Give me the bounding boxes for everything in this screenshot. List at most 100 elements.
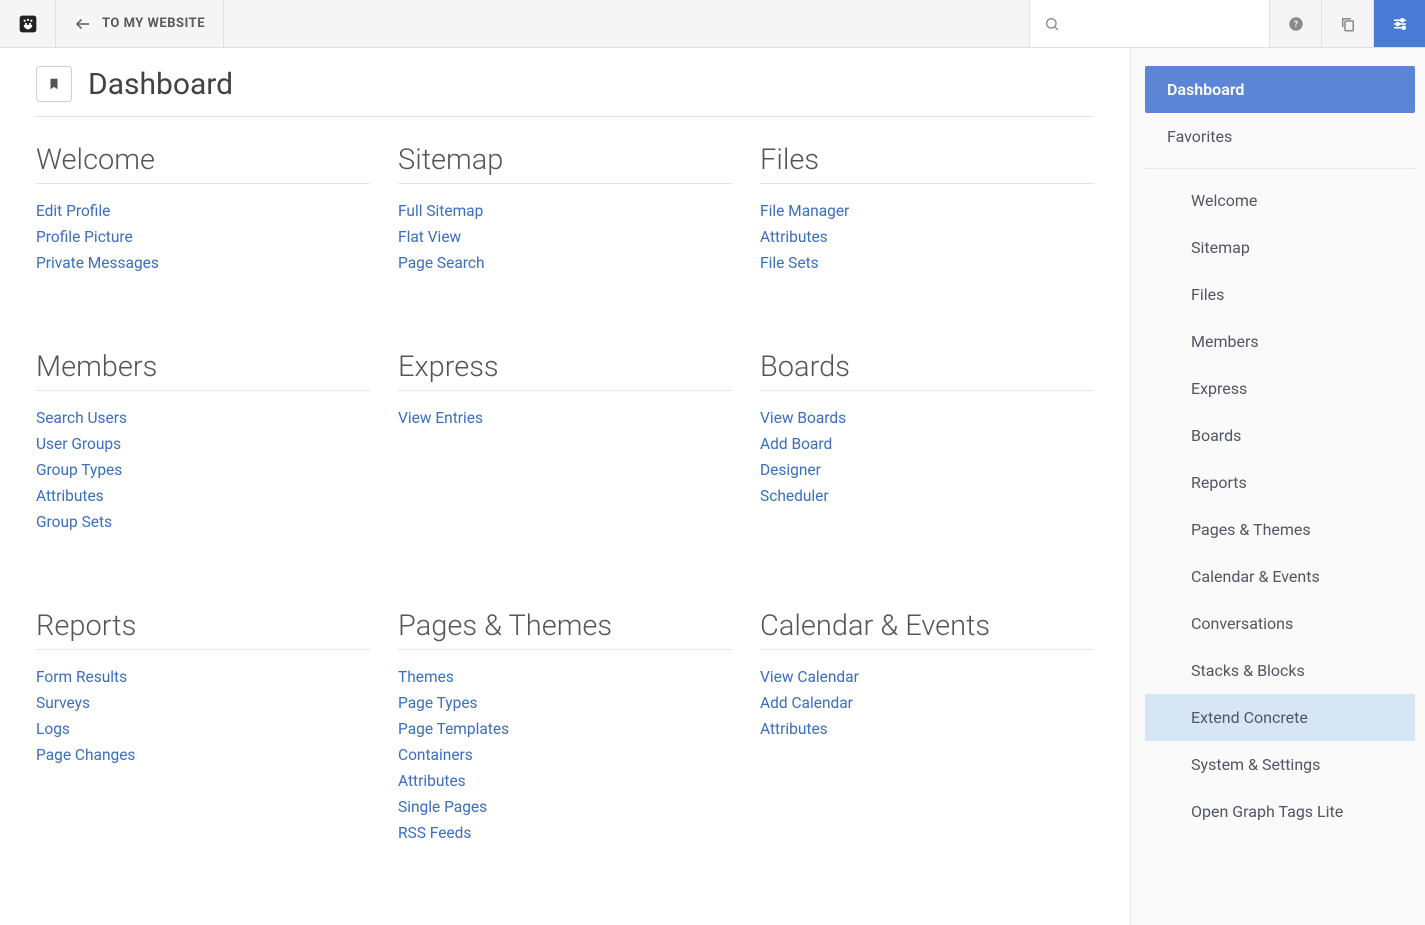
section-link[interactable]: Scheduler bbox=[760, 487, 829, 505]
section-link[interactable]: Add Calendar bbox=[760, 694, 853, 712]
sliders-icon bbox=[1391, 15, 1409, 33]
bookmark-icon bbox=[47, 76, 61, 92]
section-link[interactable]: Edit Profile bbox=[36, 202, 110, 220]
section-link[interactable]: Group Types bbox=[36, 461, 122, 479]
section-welcome: WelcomeEdit ProfileProfile PicturePrivat… bbox=[36, 143, 370, 280]
sidebar-item-favorites[interactable]: Favorites bbox=[1145, 113, 1415, 160]
section-pages-themes: Pages & Themes Themes Page Types Page Templ… bbox=[398, 609, 732, 850]
section-heading: Boards bbox=[760, 350, 1094, 391]
search-box[interactable] bbox=[1029, 0, 1269, 47]
section-link[interactable]: Single Pages bbox=[398, 798, 487, 816]
page-title: Dashboard bbox=[88, 67, 233, 102]
section-link[interactable]: Flat View bbox=[398, 228, 461, 246]
section-links: View Boards Add Board Designer Scheduler bbox=[760, 409, 1094, 505]
back-to-website[interactable]: TO MY WEBSITE bbox=[56, 0, 224, 47]
sidebar-item-stacks-blocks[interactable]: Stacks & Blocks bbox=[1145, 647, 1415, 694]
section-link[interactable]: User Groups bbox=[36, 435, 121, 453]
section-link-item: Profile Picture bbox=[36, 228, 370, 246]
sidebar-item-system-settings[interactable]: System & Settings bbox=[1145, 741, 1415, 788]
section-link[interactable]: Search Users bbox=[36, 409, 127, 427]
section-members: MembersSearch UsersUser GroupsGroup Type… bbox=[36, 350, 370, 539]
section-link[interactable]: Full Sitemap bbox=[398, 202, 483, 220]
section-link-item: View Calendar bbox=[760, 668, 1094, 686]
sidebar-item-files[interactable]: Files bbox=[1145, 271, 1415, 318]
section-links: Search Users User Groups Group Types Attrib… bbox=[36, 409, 370, 531]
pages-button[interactable] bbox=[1321, 0, 1373, 47]
sidebar-item-dashboard[interactable]: Dashboard bbox=[1145, 66, 1415, 113]
sidebar-item-calendar-events[interactable]: Calendar & Events bbox=[1145, 553, 1415, 600]
sidebar-item-express[interactable]: Express bbox=[1145, 365, 1415, 412]
section-link-item: Attributes bbox=[36, 487, 370, 505]
section-link[interactable]: Form Results bbox=[36, 668, 127, 686]
sidebar-item-boards[interactable]: Boards bbox=[1145, 412, 1415, 459]
section-link[interactable]: Attributes bbox=[760, 228, 828, 246]
section-link[interactable]: Page Templates bbox=[398, 720, 509, 738]
section-link-item: Page Types bbox=[398, 694, 732, 712]
toolbar-spacer bbox=[224, 0, 1029, 47]
section-links: View Calendar Add Calendar Attributes bbox=[760, 668, 1094, 738]
section-link[interactable]: RSS Feeds bbox=[398, 824, 471, 842]
section-link-item: Page Search bbox=[398, 254, 732, 272]
section-heading: Files bbox=[760, 143, 1094, 184]
sidebar-item-open-graph-tags-lite[interactable]: Open Graph Tags Lite bbox=[1145, 788, 1415, 835]
section-link[interactable]: Add Board bbox=[760, 435, 832, 453]
help-button[interactable]: ? bbox=[1269, 0, 1321, 47]
section-link[interactable]: Page Types bbox=[398, 694, 478, 712]
sidebar-item-pages-themes[interactable]: Pages & Themes bbox=[1145, 506, 1415, 553]
section-links: View Entries bbox=[398, 409, 732, 427]
section-link-item: File Sets bbox=[760, 254, 1094, 272]
section-link[interactable]: Attributes bbox=[36, 487, 104, 505]
section-files: Files File Manager Attributes File Sets bbox=[760, 143, 1094, 280]
section-link-item: Form Results bbox=[36, 668, 370, 686]
section-link[interactable]: Group Sets bbox=[36, 513, 112, 531]
section-link-item: Page Templates bbox=[398, 720, 732, 738]
section-link-item: User Groups bbox=[36, 435, 370, 453]
section-link-item: View Boards bbox=[760, 409, 1094, 427]
logo[interactable] bbox=[0, 0, 56, 47]
section-link[interactable]: Page Search bbox=[398, 254, 485, 272]
section-link-item: Private Messages bbox=[36, 254, 370, 272]
sidebar-item-extend-concrete[interactable]: Extend Concrete bbox=[1145, 694, 1415, 741]
section-links: Edit Profile Profile Picture Private Messa… bbox=[36, 202, 370, 272]
section-link[interactable]: View Entries bbox=[398, 409, 483, 427]
section-link[interactable]: Attributes bbox=[760, 720, 828, 738]
sidebar-item-members[interactable]: Members bbox=[1145, 318, 1415, 365]
section-link-item: Edit Profile bbox=[36, 202, 370, 220]
section-link[interactable]: Designer bbox=[760, 461, 821, 479]
search-input[interactable] bbox=[1068, 16, 1255, 32]
sidebar-item-sitemap[interactable]: Sitemap bbox=[1145, 224, 1415, 271]
section-heading: Pages & Themes bbox=[398, 609, 732, 650]
section-link-item: Page Changes bbox=[36, 746, 370, 764]
section-link-item: Group Types bbox=[36, 461, 370, 479]
section-link[interactable]: Logs bbox=[36, 720, 70, 738]
sidebar-item-welcome[interactable]: Welcome bbox=[1145, 177, 1415, 224]
section-link-item: Surveys bbox=[36, 694, 370, 712]
section-link[interactable]: Containers bbox=[398, 746, 473, 764]
section-calendar-events: Calendar & Events View Calendar Add Calend… bbox=[760, 609, 1094, 850]
section-links: Form Results Surveys Logs Page Changes bbox=[36, 668, 370, 764]
layout: Dashboard Welcome Edit Profile Profile Pic… bbox=[0, 48, 1425, 925]
section-reports: ReportsForm ResultsSurveysLogsPage Chang… bbox=[36, 609, 370, 850]
section-link[interactable]: File Sets bbox=[760, 254, 819, 272]
hand-icon bbox=[18, 14, 38, 34]
settings-button[interactable] bbox=[1373, 0, 1425, 47]
sidebar-item-conversations[interactable]: Conversations bbox=[1145, 600, 1415, 647]
section-link-item: View Entries bbox=[398, 409, 732, 427]
section-link[interactable]: Profile Picture bbox=[36, 228, 133, 246]
section-heading: Calendar & Events bbox=[760, 609, 1094, 650]
section-link-item: RSS Feeds bbox=[398, 824, 732, 842]
section-link-item: File Manager bbox=[760, 202, 1094, 220]
section-link[interactable]: View Calendar bbox=[760, 668, 859, 686]
section-link[interactable]: Page Changes bbox=[36, 746, 135, 764]
bookmark-button[interactable] bbox=[36, 66, 72, 102]
section-link[interactable]: Surveys bbox=[36, 694, 90, 712]
section-link-item: Logs bbox=[36, 720, 370, 738]
section-link[interactable]: View Boards bbox=[760, 409, 846, 427]
section-link-item: Single Pages bbox=[398, 798, 732, 816]
section-link[interactable]: Attributes bbox=[398, 772, 466, 790]
section-link[interactable]: Themes bbox=[398, 668, 454, 686]
sidebar-item-reports[interactable]: Reports bbox=[1145, 459, 1415, 506]
section-link-item: Designer bbox=[760, 461, 1094, 479]
section-link[interactable]: File Manager bbox=[760, 202, 849, 220]
section-link[interactable]: Private Messages bbox=[36, 254, 159, 272]
